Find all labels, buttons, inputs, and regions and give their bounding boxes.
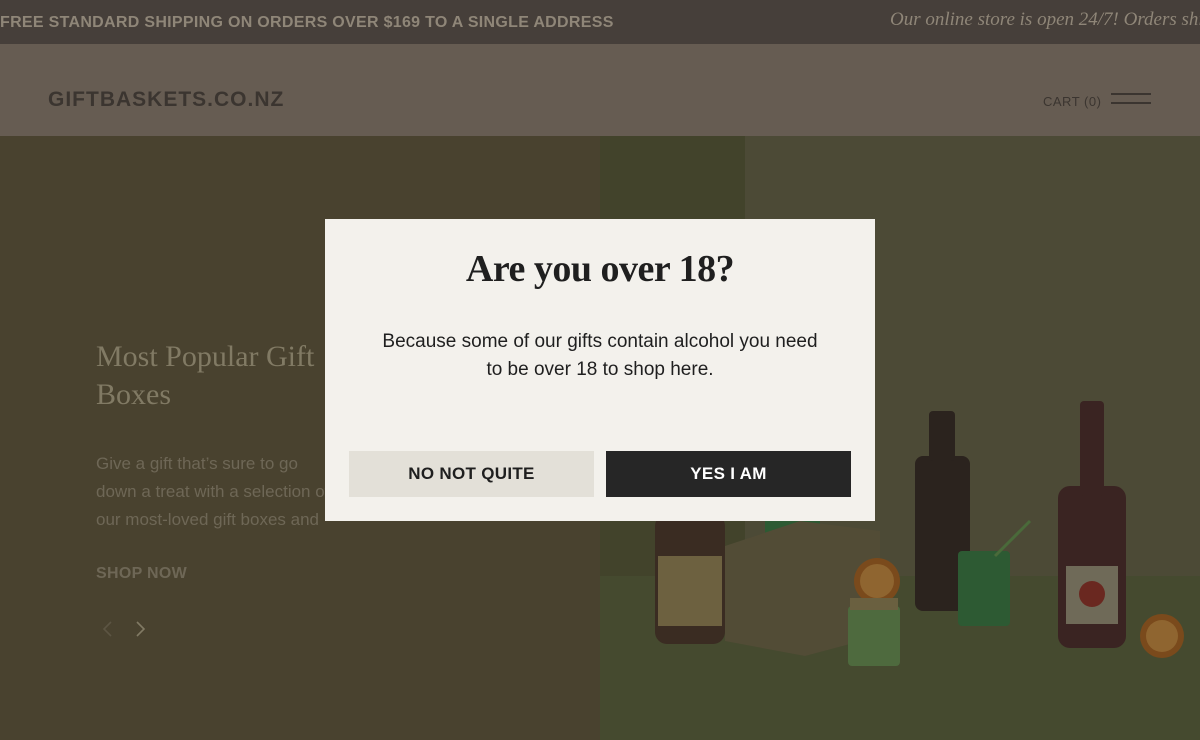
hamburger-menu-icon[interactable] bbox=[1111, 93, 1153, 105]
modal-message: Because some of our gifts contain alcoho… bbox=[382, 331, 818, 380]
accept-button[interactable]: YES I AM bbox=[606, 451, 851, 497]
hero-description: Give a gift that’s sure to go down a tre… bbox=[96, 454, 330, 540]
store-hours-announcement: Our online store is open 24/7! Orders sh… bbox=[890, 9, 1200, 30]
age-verification-modal: Are you over 18? Because some of our gif… bbox=[325, 219, 875, 521]
chevron-left-icon[interactable] bbox=[98, 619, 118, 639]
decline-button[interactable]: NO NOT QUITE bbox=[349, 451, 594, 497]
chevron-right-icon[interactable] bbox=[130, 619, 150, 639]
cart-link[interactable]: CART (0) bbox=[1043, 94, 1101, 109]
menu-line bbox=[1111, 93, 1151, 95]
modal-title: Are you over 18? bbox=[465, 248, 735, 290]
hero-title: Most Popular Gift Boxes bbox=[96, 340, 315, 411]
shipping-announcement: FREE STANDARD SHIPPING ON ORDERS OVER $1… bbox=[0, 14, 614, 31]
announcement-bar: FREE STANDARD SHIPPING ON ORDERS OVER $1… bbox=[0, 0, 1200, 44]
menu-line bbox=[1111, 102, 1151, 104]
shop-now-link[interactable]: SHOP NOW bbox=[96, 565, 187, 583]
site-header: GIFTBASKETS.CO.NZ CART (0) bbox=[0, 44, 1200, 136]
site-logo[interactable]: GIFTBASKETS.CO.NZ bbox=[48, 88, 284, 112]
